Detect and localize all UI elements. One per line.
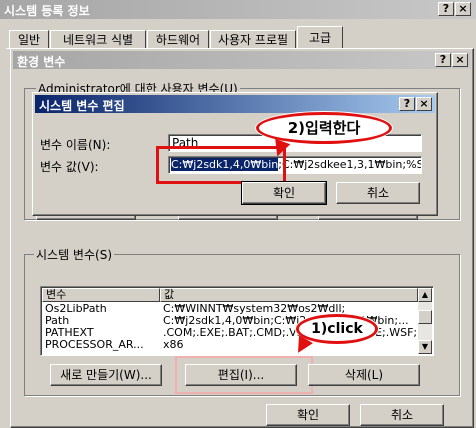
outer-help-button[interactable]: ? bbox=[438, 2, 454, 16]
variable-value-rest: ;C:₩j2sdkee1,3,1₩bin;%S bbox=[278, 158, 422, 171]
edit-button-highlight bbox=[175, 356, 313, 394]
tab-network-id[interactable]: 네트워크 식별 bbox=[50, 30, 146, 49]
outer-title: 시스템 등록 정보 bbox=[4, 4, 90, 18]
system-variables-label: 시스템 변수(S) bbox=[34, 246, 114, 263]
column-header-variable[interactable]: 변수 bbox=[42, 288, 160, 302]
row-value: C:₩j2sdk1,4,0₩bin;C:₩j2sdkee1,3,1₩bin;..… bbox=[163, 315, 409, 327]
outer-close-button[interactable]: × bbox=[455, 2, 471, 16]
row-value: .COM;.EXE;.BAT;.CMD;.VBS;.VBE;.JS;.JSE;.… bbox=[163, 327, 418, 339]
edit-close-button[interactable]: × bbox=[416, 97, 432, 111]
variable-name-label: 변수 이름(N): bbox=[40, 138, 111, 152]
value-field-highlight bbox=[156, 146, 286, 184]
row-name: Os2LibPath bbox=[45, 303, 107, 315]
edit-help-button[interactable]: ? bbox=[399, 97, 415, 111]
edit-title: 시스템 변수 편집 bbox=[39, 99, 125, 113]
env-close-button[interactable]: × bbox=[452, 53, 468, 67]
row-name: Path bbox=[45, 315, 70, 327]
row-name: PROCESSOR_AR... bbox=[45, 339, 144, 351]
tab-advanced[interactable]: 고급 bbox=[297, 26, 343, 50]
edit-titlebar: 시스템 변수 편집 ? × bbox=[35, 95, 435, 113]
row-name: PATHEXT bbox=[45, 327, 94, 339]
row-value: x86 bbox=[163, 339, 184, 351]
scroll-up-icon[interactable]: ▲ bbox=[418, 288, 432, 302]
env-help-button[interactable]: ? bbox=[435, 53, 451, 67]
edit-cancel-button[interactable]: 취소 bbox=[336, 182, 420, 204]
callout-step2-text: 2)입력한다 bbox=[287, 119, 361, 137]
tab-hardware[interactable]: 하드웨어 bbox=[147, 30, 209, 49]
callout-step1-text: 1)click bbox=[311, 321, 363, 337]
delete-button[interactable]: 삭제(L) bbox=[308, 364, 420, 386]
tab-general[interactable]: 일반 bbox=[9, 30, 49, 49]
row-value: C:₩WINNT₩system32₩os2₩dll; bbox=[163, 303, 346, 315]
tab-user-profile[interactable]: 사용자 프로필 bbox=[210, 30, 296, 49]
env-ok-button[interactable]: 확인 bbox=[266, 404, 350, 426]
variable-value-label: 변수 값(V): bbox=[40, 160, 99, 174]
new-button[interactable]: 새로 만들기(W)... bbox=[50, 364, 162, 386]
system-variables-list[interactable]: 변수 값 Os2LibPath C:₩WINNT₩system32₩os2₩dl… bbox=[40, 286, 434, 356]
scroll-down-icon[interactable]: ▼ bbox=[418, 340, 432, 354]
outer-titlebar: 시스템 등록 정보 ? × bbox=[0, 0, 476, 19]
env-title: 환경 변수 bbox=[17, 55, 66, 69]
scroll-thumb[interactable] bbox=[418, 310, 432, 324]
edit-ok-button[interactable]: 확인 bbox=[241, 181, 327, 205]
table-row[interactable]: Os2LibPath C:₩WINNT₩system32₩os2₩dll; bbox=[42, 303, 418, 315]
column-header-value[interactable]: 값 bbox=[160, 288, 418, 302]
env-titlebar: 환경 변수 ? × bbox=[13, 51, 471, 69]
env-cancel-button[interactable]: 취소 bbox=[360, 404, 444, 426]
list-scrollbar[interactable]: ▲ ▼ bbox=[418, 288, 432, 354]
